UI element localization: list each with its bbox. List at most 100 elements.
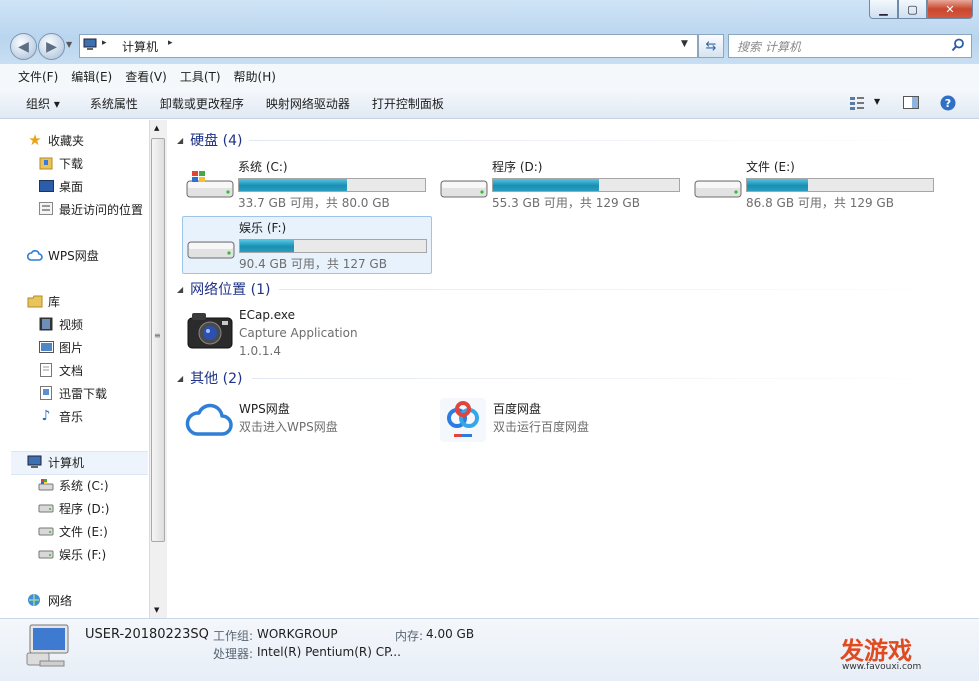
breadcrumb-computer[interactable]: 计算机 [122,38,158,55]
nav-documents[interactable]: 文档 [38,360,83,380]
minimize-button[interactable]: ▁ [869,0,898,19]
watermark-logo: 发游戏 [840,631,912,666]
nav-drive-c[interactable]: 系统 (C:) [38,475,109,495]
nav-xunlei-label: 迅雷下载 [59,386,108,401]
recent-places-icon [38,201,54,217]
search-box[interactable]: 搜索 计算机 [728,34,972,58]
baidu-disk-name: 百度网盘 [493,402,542,416]
drive-d[interactable]: 程序 (D:) 55.3 GB 可用，共 129 GB [436,156,684,212]
nav-favorites-label: 收藏夹 [48,133,85,148]
drive-icon [38,500,54,516]
wps-disk-item[interactable]: WPS网盘 双击进入WPS网盘 [182,400,432,440]
nav-wps-disk[interactable]: WPS网盘 [27,245,99,265]
command-bar: 组织 ▾ 系统属性 卸载或更改程序 映射网络驱动器 打开控制面板 ▼ ? [0,88,979,119]
scroll-up-icon[interactable]: ▲ [154,124,159,132]
music-icon: ♪ [41,408,51,424]
nav-pictures-label: 图片 [59,340,84,355]
collapse-icon[interactable]: ◢ [177,374,183,383]
menu-help[interactable]: 帮助(H) [229,68,281,85]
drive-f-free-space: 90.4 GB 可用，共 127 GB [239,257,387,271]
back-button[interactable]: ◀ [10,33,37,60]
computer-icon [27,454,43,470]
view-dropdown-icon[interactable]: ▼ [874,97,880,106]
breadcrumb-separator[interactable]: ▸ [102,38,107,48]
address-bar[interactable]: ▸ 计算机 ▸ ▼ [79,34,698,58]
forward-button[interactable]: ▶ [38,33,65,60]
view-options-icon[interactable] [849,96,865,110]
menu-view[interactable]: 查看(V) [120,68,172,85]
drive-c[interactable]: 系统 (C:) 33.7 GB 可用，共 80.0 GB [182,156,430,212]
navigation-pane: ★ 收藏夹 下载 桌面 最近访问的位置 WPS网盘 库 视频 图片 文档 迅雷下… [8,120,148,618]
preview-pane-icon[interactable] [903,96,920,110]
help-icon[interactable]: ? [940,95,956,111]
organize-button[interactable]: 组织 ▾ [26,95,60,112]
library-icon [27,293,43,309]
nav-recent-places[interactable]: 最近访问的位置 [38,199,143,219]
group-divider [249,140,964,141]
ecap-version: 1.0.1.4 [239,344,281,358]
menu-file[interactable]: 文件(F) [13,68,63,85]
system-drive-icon [186,171,234,198]
drive-e[interactable]: 文件 (E:) 86.8 GB 可用，共 129 GB [690,156,938,212]
maximize-button[interactable]: ▢ [898,0,927,19]
drive-f[interactable]: 娱乐 (F:) 90.4 GB 可用，共 127 GB [182,216,432,274]
window-controls: ▁ ▢ ✕ [869,0,973,19]
group-header-network-location[interactable]: ◢ 网络位置 (1) [177,279,270,299]
memory-label: 内存: [395,629,424,643]
system-properties-button[interactable]: 系统属性 [90,95,138,112]
nav-drive-d[interactable]: 程序 (D:) [38,498,109,518]
title-bar: ▁ ▢ ✕ ◀ ▶ ▼ ▸ 计算机 ▸ ▼ ⇆ 搜索 计算机 [0,0,979,65]
nav-drive-f[interactable]: 娱乐 (F:) [38,544,106,564]
system-drive-icon [38,477,54,493]
nav-computer[interactable]: 计算机 [27,452,84,472]
drive-f-name: 娱乐 (F:) [239,221,287,235]
nav-videos[interactable]: 视频 [38,314,83,334]
collapse-icon[interactable]: ◢ [177,285,183,294]
menu-edit[interactable]: 编辑(E) [66,68,117,85]
collapse-icon[interactable]: ◢ [177,136,183,145]
nav-documents-label: 文档 [59,363,84,378]
baidu-disk-item[interactable]: 百度网盘 双击运行百度网盘 [436,398,686,444]
nav-music[interactable]: ♪ 音乐 [38,406,83,426]
search-input[interactable]: 搜索 计算机 [737,38,801,55]
control-panel-button[interactable]: 打开控制面板 [372,95,444,112]
content-pane: ◢ 硬盘 (4) 系统 (C:) 33.7 GB 可用，共 80.0 GB 程序… [167,120,972,618]
breadcrumb-separator-2[interactable]: ▸ [168,38,173,48]
ecap-item[interactable]: ECap.exe Capture Application 1.0.1.4 [182,308,432,358]
refresh-button[interactable]: ⇆ [698,34,724,58]
scroll-down-icon[interactable]: ▼ [154,606,159,614]
uninstall-program-button[interactable]: 卸载或更改程序 [160,95,244,112]
computer-icon [83,38,97,50]
group-header-other[interactable]: ◢ 其他 (2) [177,368,242,388]
nav-pictures[interactable]: 图片 [38,337,83,357]
grip-icon: ≡ [154,331,161,340]
workgroup-label: 工作组: [213,629,254,643]
menu-bar: 文件(F) 编辑(E) 查看(V) 工具(T) 帮助(H) [0,64,979,89]
group-header-hdd[interactable]: ◢ 硬盘 (4) [177,130,242,150]
nav-favorites[interactable]: ★ 收藏夹 [27,130,84,150]
recent-pages-dropdown[interactable]: ▼ [66,40,72,49]
drive-d-free-space: 55.3 GB 可用，共 129 GB [492,196,640,210]
ecap-description: Capture Application [239,326,358,340]
nav-desktop[interactable]: 桌面 [38,176,83,196]
drive-f-usage-fill [240,240,294,252]
nav-downloads[interactable]: 下载 [38,153,83,173]
nav-xunlei-downloads[interactable]: 迅雷下载 [38,383,107,403]
nav-drive-c-label: 系统 (C:) [59,478,109,493]
nav-network[interactable]: 网络 [27,590,72,610]
nav-scrollbar-thumb[interactable]: ≡ [151,138,165,542]
network-icon [27,592,43,608]
nav-drive-e[interactable]: 文件 (E:) [38,521,108,541]
map-network-drive-button[interactable]: 映射网络驱动器 [266,95,350,112]
group-divider [252,378,964,379]
nav-library[interactable]: 库 [27,291,60,311]
search-icon[interactable] [951,38,965,52]
nav-recent-places-label: 最近访问的位置 [59,202,144,217]
menu-tools[interactable]: 工具(T) [175,68,226,85]
address-dropdown-icon[interactable]: ▼ [681,39,688,49]
nav-drive-d-label: 程序 (D:) [59,501,110,516]
close-button[interactable]: ✕ [927,0,973,19]
ecap-name: ECap.exe [239,308,296,322]
processor-label: 处理器: [213,647,254,661]
wps-disk-description: 双击进入WPS网盘 [239,420,338,434]
